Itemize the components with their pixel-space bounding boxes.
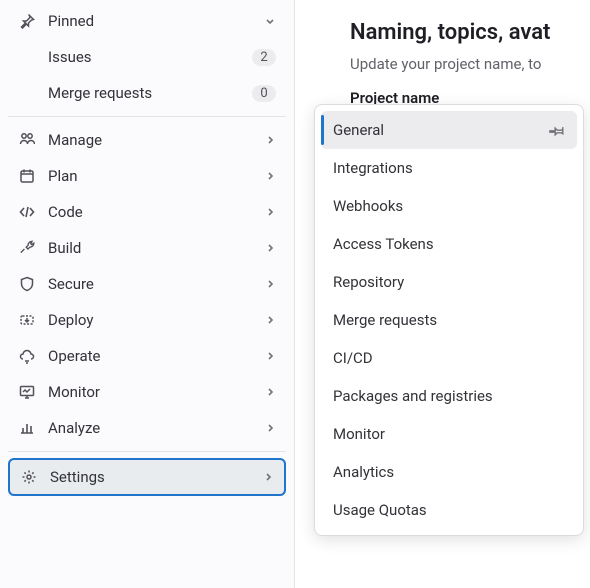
pin-icon bbox=[18, 12, 36, 30]
sidebar-item-code[interactable]: Code bbox=[8, 195, 286, 229]
submenu-item-monitor[interactable]: Monitor bbox=[321, 415, 577, 453]
submenu-item-packages[interactable]: Packages and registries bbox=[321, 377, 577, 415]
chevron-right-icon bbox=[264, 278, 276, 290]
sidebar-item-pinned[interactable]: Pinned bbox=[8, 4, 286, 38]
sidebar-pinned-issues[interactable]: Issues 2 bbox=[8, 40, 286, 74]
sidebar: Pinned Issues 2 Merge requests 0 Manage … bbox=[0, 0, 295, 588]
pinned-section: Pinned Issues 2 Merge requests 0 bbox=[8, 4, 286, 110]
submenu-item-label: Analytics bbox=[333, 463, 565, 481]
submenu-item-access-tokens[interactable]: Access Tokens bbox=[321, 225, 577, 263]
sidebar-item-label: Analyze bbox=[48, 419, 264, 437]
badge-count: 2 bbox=[252, 49, 276, 66]
chevron-right-icon bbox=[264, 422, 276, 434]
submenu-item-label: CI/CD bbox=[333, 349, 565, 367]
content-area: Naming, topics, avat Update your project… bbox=[302, 0, 590, 107]
sidebar-item-label: Code bbox=[48, 203, 264, 221]
chevron-right-icon bbox=[264, 170, 276, 182]
sidebar-item-label: Operate bbox=[48, 347, 264, 365]
sidebar-item-manage[interactable]: Manage bbox=[8, 123, 286, 157]
chevron-right-icon bbox=[264, 242, 276, 254]
sidebar-item-build[interactable]: Build bbox=[8, 231, 286, 265]
separator bbox=[8, 116, 286, 117]
code-icon bbox=[18, 203, 36, 221]
page-title: Naming, topics, avat bbox=[350, 20, 590, 45]
submenu-item-general[interactable]: General bbox=[321, 111, 577, 149]
sidebar-item-label: Merge requests bbox=[48, 84, 252, 102]
sidebar-item-label: Plan bbox=[48, 167, 264, 185]
sidebar-item-analyze[interactable]: Analyze bbox=[8, 411, 286, 445]
sidebar-item-settings[interactable]: Settings bbox=[8, 458, 286, 496]
analyze-icon bbox=[18, 419, 36, 437]
sidebar-item-label: Issues bbox=[48, 48, 252, 66]
sidebar-item-label: Settings bbox=[50, 468, 262, 486]
pinned-label: Pinned bbox=[48, 12, 264, 30]
submenu-item-label: Repository bbox=[333, 273, 565, 291]
submenu-item-label: Access Tokens bbox=[333, 235, 565, 253]
sidebar-item-label: Build bbox=[48, 239, 264, 257]
chevron-right-icon bbox=[264, 134, 276, 146]
submenu-item-label: Packages and registries bbox=[333, 387, 565, 405]
sidebar-item-label: Manage bbox=[48, 131, 264, 149]
sidebar-item-secure[interactable]: Secure bbox=[8, 267, 286, 301]
sidebar-item-label: Monitor bbox=[48, 383, 264, 401]
manage-icon bbox=[18, 131, 36, 149]
submenu-item-label: Webhooks bbox=[333, 197, 565, 215]
sidebar-item-plan[interactable]: Plan bbox=[8, 159, 286, 193]
chevron-right-icon bbox=[264, 206, 276, 218]
submenu-item-usage-quotas[interactable]: Usage Quotas bbox=[321, 491, 577, 529]
shield-icon bbox=[18, 275, 36, 293]
submenu-item-webhooks[interactable]: Webhooks bbox=[321, 187, 577, 225]
submenu-item-cicd[interactable]: CI/CD bbox=[321, 339, 577, 377]
submenu-item-label: Integrations bbox=[333, 159, 565, 177]
page-subtext: Update your project name, to bbox=[350, 55, 590, 73]
badge-count: 0 bbox=[252, 85, 276, 102]
submenu-item-integrations[interactable]: Integrations bbox=[321, 149, 577, 187]
sidebar-item-operate[interactable]: Operate bbox=[8, 339, 286, 373]
chevron-right-icon bbox=[262, 471, 274, 483]
deploy-icon bbox=[18, 311, 36, 329]
operate-icon bbox=[18, 347, 36, 365]
build-icon bbox=[18, 239, 36, 257]
sidebar-item-label: Deploy bbox=[48, 311, 264, 329]
chevron-right-icon bbox=[264, 350, 276, 362]
submenu-item-label: Monitor bbox=[333, 425, 565, 443]
settings-submenu: General Integrations Webhooks Access Tok… bbox=[314, 104, 584, 536]
sidebar-item-label: Secure bbox=[48, 275, 264, 293]
chevron-right-icon bbox=[264, 314, 276, 326]
plan-icon bbox=[18, 167, 36, 185]
sidebar-pinned-merge-requests[interactable]: Merge requests 0 bbox=[8, 76, 286, 110]
gear-icon bbox=[20, 468, 38, 486]
pin-icon[interactable] bbox=[547, 119, 568, 140]
submenu-item-analytics[interactable]: Analytics bbox=[321, 453, 577, 491]
submenu-item-label: Usage Quotas bbox=[333, 501, 565, 519]
submenu-item-merge-requests[interactable]: Merge requests bbox=[321, 301, 577, 339]
sidebar-item-monitor[interactable]: Monitor bbox=[8, 375, 286, 409]
submenu-item-label: Merge requests bbox=[333, 311, 565, 329]
chevron-down-icon bbox=[264, 15, 276, 27]
submenu-item-repository[interactable]: Repository bbox=[321, 263, 577, 301]
separator bbox=[8, 451, 286, 452]
monitor-icon bbox=[18, 383, 36, 401]
sidebar-item-deploy[interactable]: Deploy bbox=[8, 303, 286, 337]
submenu-item-label: General bbox=[333, 121, 550, 139]
chevron-right-icon bbox=[264, 386, 276, 398]
